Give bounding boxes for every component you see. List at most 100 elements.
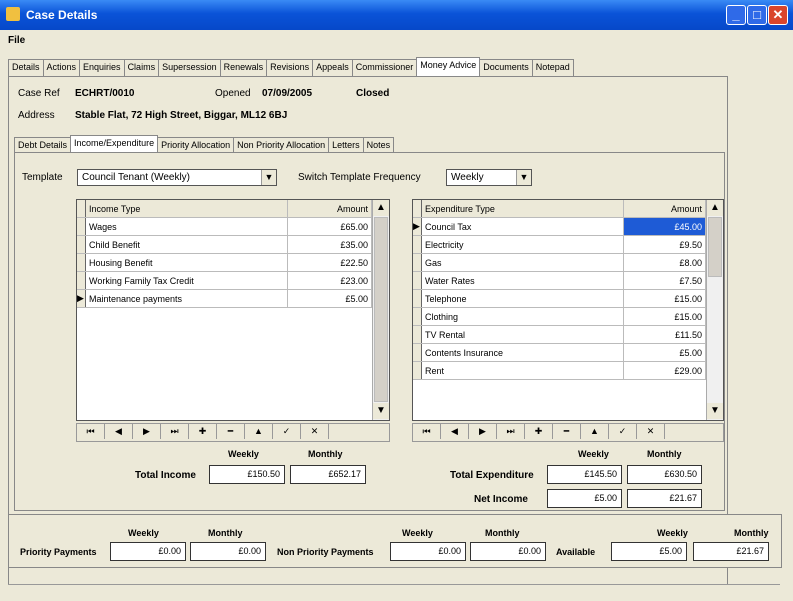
tab-claims[interactable]: Claims	[123, 59, 160, 76]
scroll-up-icon[interactable]: ▲	[707, 200, 723, 216]
tab-supersession[interactable]: Supersession	[158, 59, 221, 76]
expenditure-amount-cell[interactable]: £8.00	[623, 253, 706, 272]
title-bar[interactable]: Case Details _ □ ✕	[0, 0, 793, 30]
last-record-icon[interactable]: ⏭	[497, 424, 525, 439]
expenditure-grid[interactable]: Expenditure Type Amount ▶ Council Tax £45.…	[412, 199, 724, 421]
table-row[interactable]: Contents Insurance £5.00	[413, 343, 706, 362]
table-row[interactable]: Electricity £9.50	[413, 235, 706, 254]
tab-commissioner[interactable]: Commissioner	[351, 59, 418, 76]
tab-actions[interactable]: Actions	[42, 59, 81, 76]
frequency-select[interactable]: Weekly ▼	[446, 169, 532, 186]
income-type-cell[interactable]: Child Benefit	[85, 235, 288, 254]
first-record-icon[interactable]: ⏮	[77, 424, 105, 439]
expenditure-amount-cell[interactable]: £11.50	[623, 325, 706, 344]
expenditure-type-cell[interactable]: Water Rates	[421, 271, 624, 290]
table-row[interactable]: Child Benefit £35.00	[77, 235, 372, 254]
template-select[interactable]: Council Tenant (Weekly) ▼	[77, 169, 277, 186]
tab-money-advice[interactable]: Money Advice	[416, 57, 481, 77]
table-row[interactable]: Wages £65.00	[77, 217, 372, 236]
tab-notepad[interactable]: Notepad	[531, 59, 574, 76]
save-record-icon[interactable]: ✓	[609, 424, 637, 439]
income-type-cell[interactable]: Working Family Tax Credit	[85, 271, 288, 290]
table-row[interactable]: TV Rental £11.50	[413, 325, 706, 344]
tab-documents[interactable]: Documents	[479, 59, 533, 76]
table-row[interactable]: Clothing £15.00	[413, 307, 706, 326]
income-amount-cell[interactable]: £65.00	[287, 217, 372, 236]
expenditure-type-cell[interactable]: Clothing	[421, 307, 624, 326]
expenditure-amount-cell[interactable]: £15.00	[623, 289, 706, 308]
table-row[interactable]: ▶ Council Tax £45.00	[413, 217, 706, 236]
delete-record-icon[interactable]: ━	[553, 424, 581, 439]
tab-renewals[interactable]: Renewals	[219, 59, 268, 76]
income-amount-cell[interactable]: £5.00	[287, 289, 372, 308]
edit-record-icon[interactable]: ▲	[581, 424, 609, 439]
menu-file[interactable]: File	[8, 35, 25, 46]
net-income-label: Net Income	[474, 494, 528, 505]
minimize-icon[interactable]: _	[726, 5, 746, 25]
expenditure-col-amount[interactable]: Amount	[623, 200, 706, 218]
income-scrollbar[interactable]: ▲ ▼	[372, 200, 389, 420]
expenditure-scrollbar[interactable]: ▲ ▼	[706, 200, 723, 420]
expenditure-type-cell[interactable]: Contents Insurance	[421, 343, 624, 362]
income-type-cell[interactable]: Wages	[85, 217, 288, 236]
tab-appeals[interactable]: Appeals	[312, 59, 353, 76]
tab-details[interactable]: Details	[8, 59, 44, 76]
prev-page-icon[interactable]: ◀	[105, 424, 133, 439]
income-navigator: ⏮ ◀ ▶ ⏭ ✚ ━ ▲ ✓ ✕	[76, 423, 390, 442]
table-row[interactable]: Working Family Tax Credit £23.00	[77, 271, 372, 290]
scroll-thumb[interactable]	[708, 217, 722, 277]
table-row[interactable]: Water Rates £7.50	[413, 271, 706, 290]
table-row[interactable]: Gas £8.00	[413, 253, 706, 272]
table-row[interactable]: Rent £29.00	[413, 361, 706, 380]
expenditure-type-cell[interactable]: Telephone	[421, 289, 624, 308]
expenditure-amount-cell[interactable]: £29.00	[623, 361, 706, 380]
maximize-icon[interactable]: □	[747, 5, 767, 25]
income-amount-cell[interactable]: £35.00	[287, 235, 372, 254]
next-page-icon[interactable]: ▶	[469, 424, 497, 439]
expenditure-amount-cell[interactable]: £5.00	[623, 343, 706, 362]
income-type-cell[interactable]: Maintenance payments	[85, 289, 288, 308]
close-icon[interactable]: ✕	[768, 5, 788, 25]
income-col-amount[interactable]: Amount	[287, 200, 372, 218]
expenditure-type-cell[interactable]: Gas	[421, 253, 624, 272]
expenditure-col-type[interactable]: Expenditure Type	[421, 200, 624, 218]
expenditure-amount-cell[interactable]: £7.50	[623, 271, 706, 290]
sub-tabs: Debt Details Income/Expenditure Priority A…	[14, 135, 395, 155]
last-record-icon[interactable]: ⏭	[161, 424, 189, 439]
income-grid[interactable]: Income Type Amount Wages £65.00 Child Ben…	[76, 199, 390, 421]
expenditure-type-cell[interactable]: Electricity	[421, 235, 624, 254]
scroll-down-icon[interactable]: ▼	[373, 403, 389, 419]
scroll-up-icon[interactable]: ▲	[373, 200, 389, 216]
prev-page-icon[interactable]: ◀	[441, 424, 469, 439]
expenditure-type-cell[interactable]: Council Tax	[421, 217, 624, 236]
tab-revisions[interactable]: Revisions	[266, 59, 314, 76]
chevron-down-icon[interactable]: ▼	[261, 170, 276, 185]
table-row[interactable]: Housing Benefit £22.50	[77, 253, 372, 272]
cancel-record-icon[interactable]: ✕	[637, 424, 665, 439]
income-amount-cell[interactable]: £23.00	[287, 271, 372, 290]
expenditure-amount-cell[interactable]: £15.00	[623, 307, 706, 326]
table-row[interactable]: Telephone £15.00	[413, 289, 706, 308]
total-income-weekly: £150.50	[209, 465, 285, 484]
income-amount-cell[interactable]: £22.50	[287, 253, 372, 272]
delete-record-icon[interactable]: ━	[217, 424, 245, 439]
first-record-icon[interactable]: ⏮	[413, 424, 441, 439]
expenditure-type-cell[interactable]: Rent	[421, 361, 624, 380]
app-icon	[6, 7, 20, 21]
add-record-icon[interactable]: ✚	[525, 424, 553, 439]
scroll-thumb[interactable]	[374, 217, 388, 402]
save-record-icon[interactable]: ✓	[273, 424, 301, 439]
expenditure-amount-cell[interactable]: £9.50	[623, 235, 706, 254]
add-record-icon[interactable]: ✚	[189, 424, 217, 439]
income-col-type[interactable]: Income Type	[85, 200, 288, 218]
expenditure-type-cell[interactable]: TV Rental	[421, 325, 624, 344]
tab-enquiries[interactable]: Enquiries	[79, 59, 125, 76]
cancel-record-icon[interactable]: ✕	[301, 424, 329, 439]
chevron-down-icon[interactable]: ▼	[516, 170, 531, 185]
scroll-down-icon[interactable]: ▼	[707, 403, 723, 419]
next-page-icon[interactable]: ▶	[133, 424, 161, 439]
income-type-cell[interactable]: Housing Benefit	[85, 253, 288, 272]
table-row[interactable]: ▶ Maintenance payments £5.00	[77, 289, 372, 308]
expenditure-amount-cell[interactable]: £45.00	[623, 217, 706, 236]
edit-record-icon[interactable]: ▲	[245, 424, 273, 439]
